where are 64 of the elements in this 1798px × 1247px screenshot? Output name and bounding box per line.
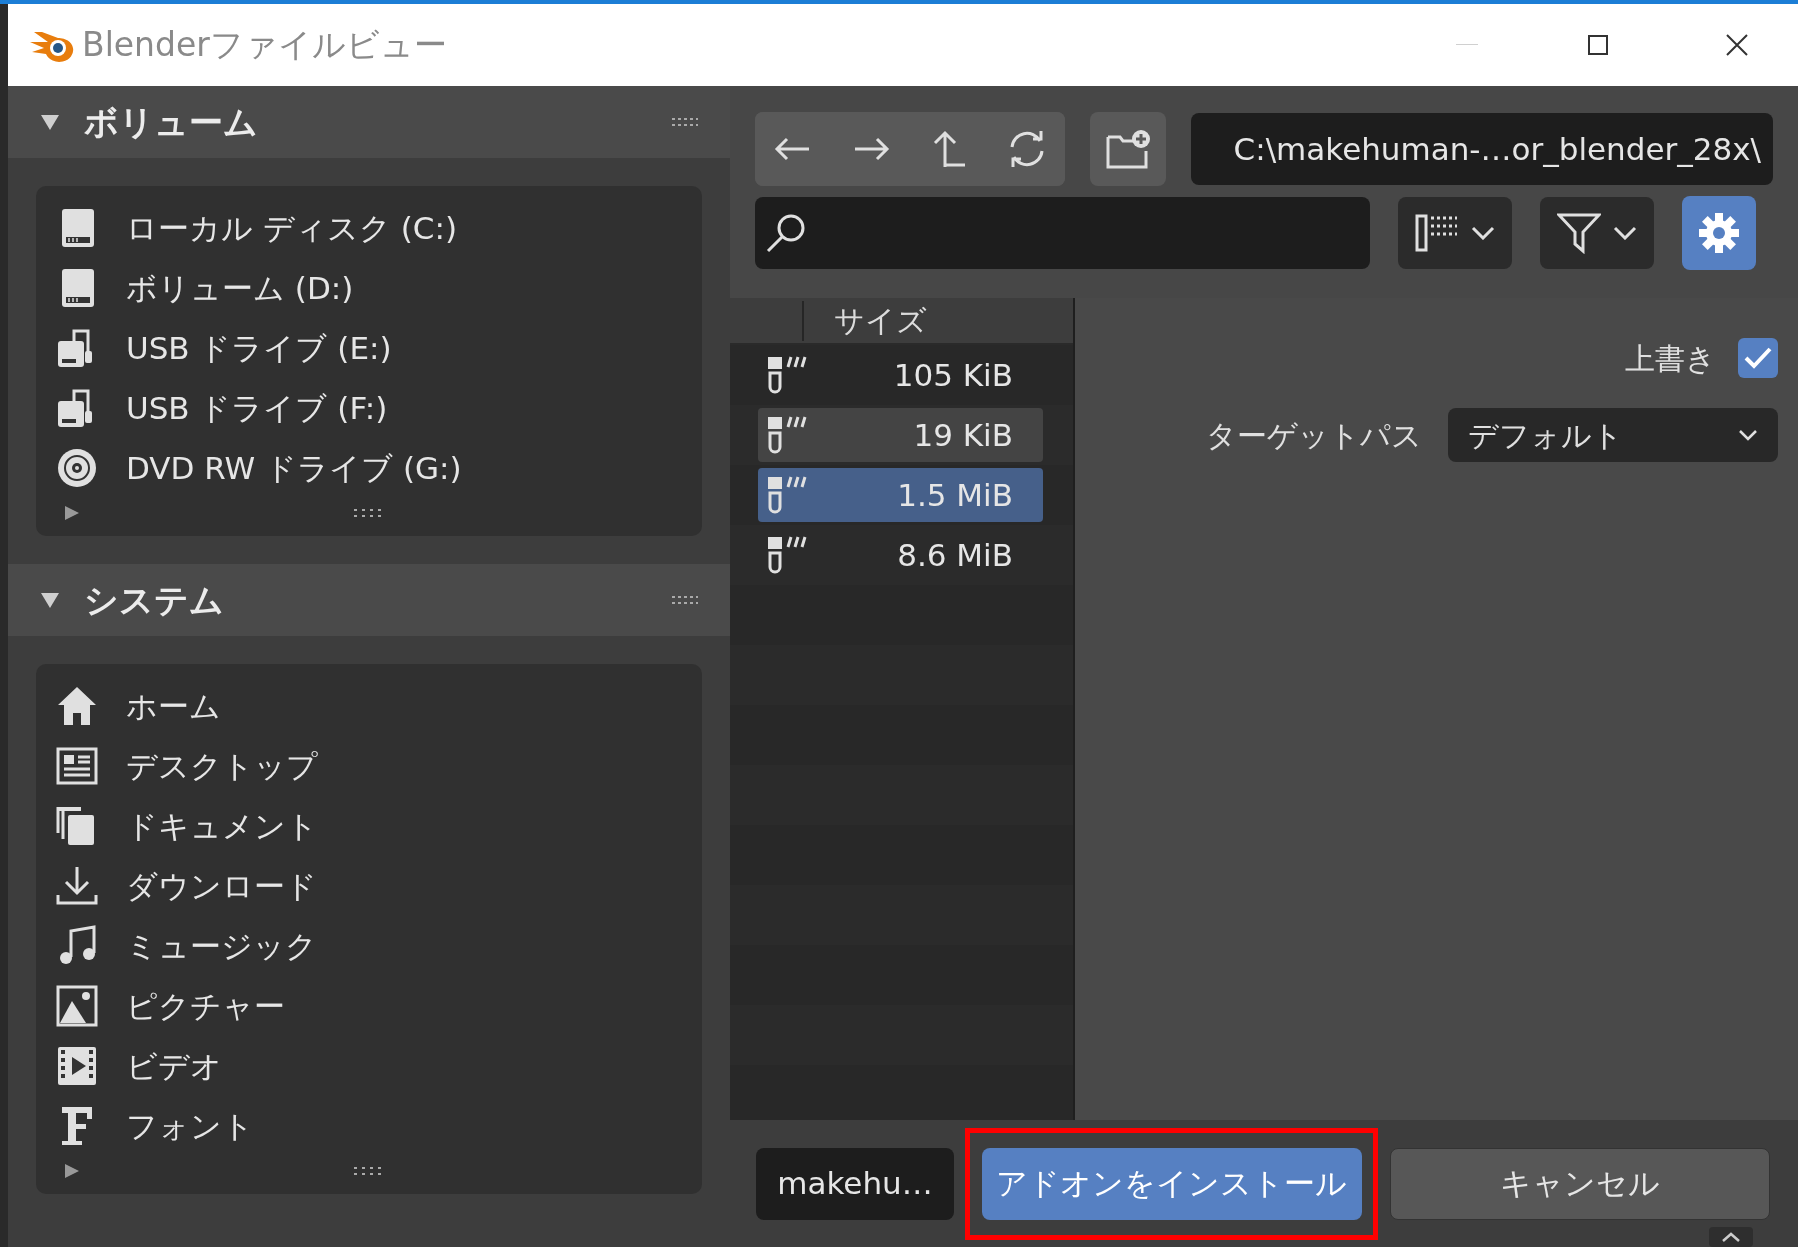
chevron-down-icon	[1471, 226, 1495, 240]
place-item[interactable]: ミュージック	[126, 922, 317, 970]
file-row[interactable]: 105 KiB	[758, 348, 1043, 402]
file-size: 1.5 MiB	[897, 475, 1013, 515]
dropdown-value: デフォルト	[1468, 416, 1623, 455]
section-title[interactable]: ボリューム	[84, 96, 258, 148]
search-field[interactable]	[755, 197, 1370, 269]
place-item[interactable]: デスクトップ	[126, 742, 318, 790]
place-item[interactable]: ボリューム (D:)	[126, 264, 354, 312]
resize-handle-icon[interactable]	[354, 1166, 384, 1176]
collapse-triangle-icon[interactable]	[40, 113, 60, 131]
drag-handle-icon[interactable]	[672, 117, 698, 127]
checkmark-icon	[1744, 346, 1772, 370]
place-item[interactable]: ダウンロード	[126, 862, 317, 910]
disc-icon	[56, 447, 98, 489]
path-field[interactable]: C:\makehuman-…or_blender_28x\	[1191, 113, 1773, 185]
file-row[interactable]: 8.6 MiB	[758, 528, 1043, 582]
desktop-icon	[56, 745, 98, 787]
new-folder-button[interactable]	[1090, 112, 1166, 186]
target-path-label: ターゲットパス	[1206, 416, 1422, 455]
file-size: 105 KiB	[893, 355, 1013, 395]
target-path-dropdown[interactable]: デフォルト	[1448, 408, 1778, 462]
overwrite-label: 上書き	[1625, 339, 1716, 378]
place-item[interactable]: ビデオ	[126, 1042, 222, 1090]
file-size: 8.6 MiB	[897, 535, 1013, 575]
cancel-button[interactable]: キャンセル	[1390, 1147, 1770, 1220]
window-title: Blenderファイルビュー	[82, 24, 447, 67]
collapse-triangle-icon[interactable]	[40, 591, 60, 609]
place-item[interactable]: ピクチャー	[126, 982, 285, 1030]
place-item[interactable]: ローカル ディスク (C:)	[126, 204, 457, 252]
download-icon	[56, 865, 98, 907]
display-mode-dropdown[interactable]	[1398, 197, 1512, 269]
overwrite-checkbox[interactable]	[1738, 338, 1778, 378]
drag-handle-icon[interactable]	[672, 595, 698, 605]
picture-icon	[56, 985, 98, 1027]
chevron-down-icon	[1738, 429, 1758, 441]
maximize-icon[interactable]	[1588, 35, 1608, 55]
folder-plus-icon	[1106, 129, 1150, 169]
file-size: 19 KiB	[913, 415, 1013, 455]
place-item[interactable]: USB ドライブ (E:)	[126, 324, 392, 372]
filter-icon	[1557, 212, 1601, 254]
film-icon	[56, 1045, 98, 1087]
file-row[interactable]: 1.5 MiB	[758, 468, 1043, 522]
filename-field[interactable]: makehu…	[756, 1147, 954, 1220]
expand-triangle-icon[interactable]	[64, 1163, 80, 1179]
search-icon	[765, 212, 807, 254]
settings-button[interactable]	[1682, 196, 1756, 270]
filter-dropdown[interactable]	[1540, 197, 1654, 269]
place-item[interactable]: ドキュメント	[126, 802, 318, 850]
expand-triangle-icon[interactable]	[64, 505, 80, 521]
place-item[interactable]: DVD RW ドライブ (G:)	[126, 444, 462, 492]
settings-icon	[1698, 212, 1740, 254]
place-item[interactable]: ホーム	[126, 682, 221, 730]
place-item[interactable]: フォント	[126, 1102, 254, 1150]
resize-handle-icon[interactable]	[354, 508, 384, 518]
chevron-down-icon	[1613, 226, 1637, 240]
file-row[interactable]: 19 KiB	[758, 408, 1043, 462]
chevron-up-icon[interactable]	[1709, 1227, 1753, 1247]
home-icon	[56, 685, 98, 727]
close-icon[interactable]	[1726, 34, 1748, 56]
install-addon-button[interactable]: アドオンをインストール	[981, 1147, 1362, 1220]
place-item[interactable]: USB ドライブ (F:)	[126, 384, 388, 432]
list-view-icon	[1415, 213, 1459, 253]
section-title[interactable]: システム	[84, 574, 224, 626]
